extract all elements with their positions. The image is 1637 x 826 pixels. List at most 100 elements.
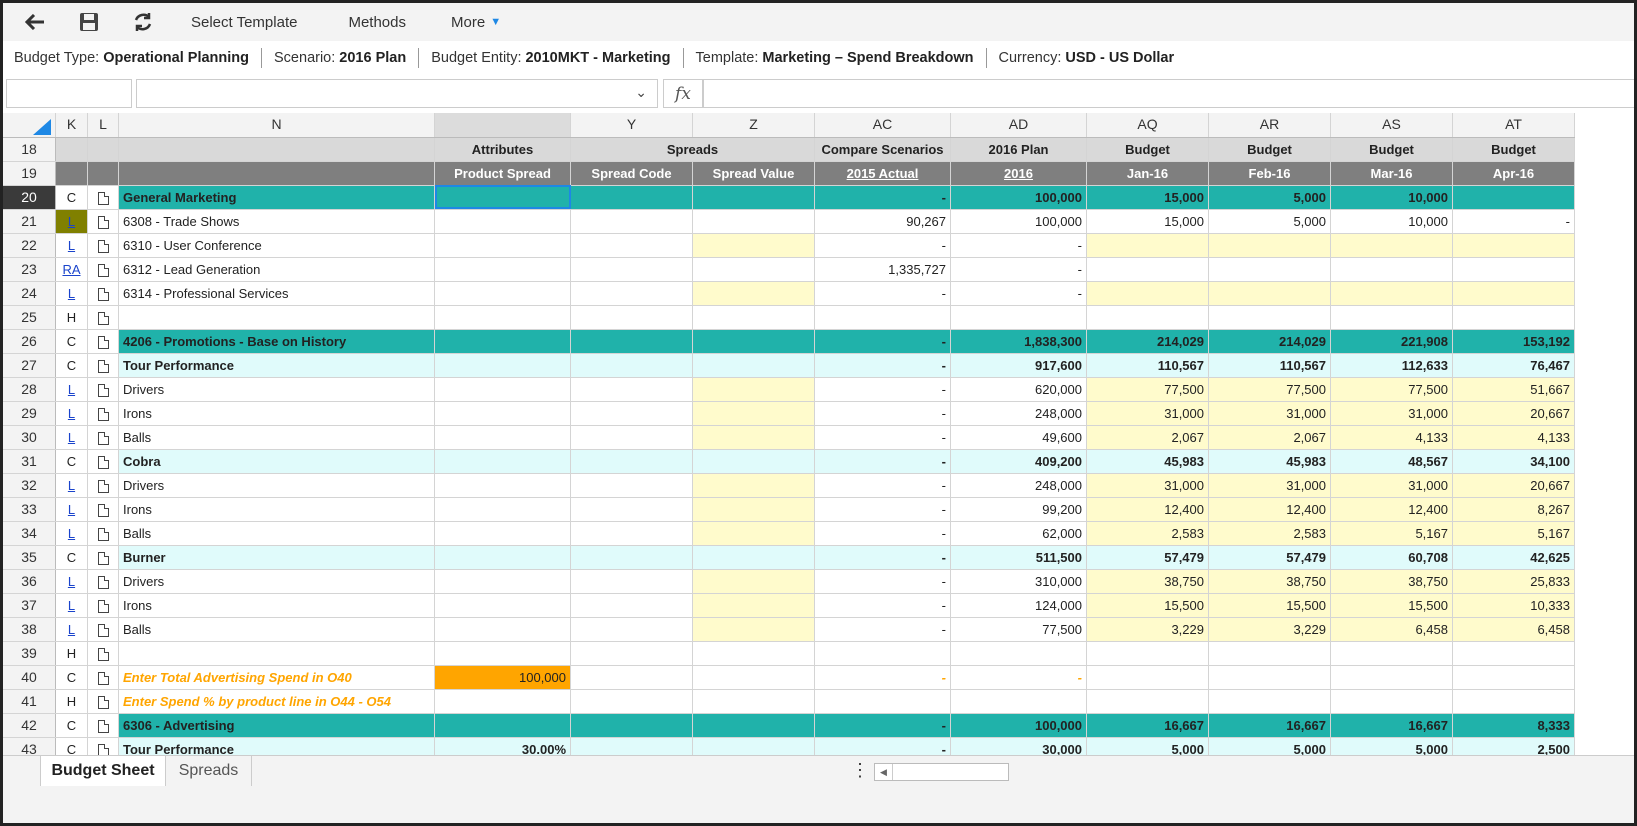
actual-2015-cell[interactable]: - — [814, 737, 951, 755]
plan-2016-cell[interactable]: 100,000 — [950, 713, 1087, 738]
month-cell-aq[interactable]: 15,000 — [1086, 209, 1209, 234]
spread-code-cell[interactable] — [570, 233, 693, 258]
month-cell-at[interactable] — [1452, 257, 1575, 282]
actual-2015-cell[interactable]: - — [814, 377, 951, 402]
spread-code-cell[interactable] — [570, 425, 693, 450]
column-header-ac[interactable]: AC — [814, 113, 951, 138]
month-cell-aq[interactable]: 45,983 — [1086, 449, 1209, 474]
month-cell-as[interactable] — [1330, 281, 1453, 306]
product-spread-cell[interactable] — [434, 689, 571, 714]
document-icon[interactable] — [97, 215, 109, 229]
month-cell-as[interactable] — [1330, 233, 1453, 258]
spread-value-cell[interactable] — [692, 377, 815, 402]
product-spread-cell[interactable] — [434, 425, 571, 450]
product-spread-cell[interactable]: 100,000 — [434, 665, 571, 690]
month-cell-aq[interactable]: 110,567 — [1086, 353, 1209, 378]
spread-value-cell[interactable] — [692, 545, 815, 570]
month-cell-aq[interactable] — [1086, 257, 1209, 282]
spread-value-cell[interactable] — [692, 449, 815, 474]
row-number[interactable]: 32 — [3, 473, 56, 498]
row-type-link[interactable]: L — [68, 238, 75, 253]
month-cell-at[interactable]: 153,192 — [1452, 329, 1575, 354]
spread-code-cell[interactable] — [570, 473, 693, 498]
row-number[interactable]: 18 — [3, 137, 56, 162]
row-type-link[interactable]: L — [68, 382, 75, 397]
month-cell-aq[interactable]: 15,500 — [1086, 593, 1209, 618]
spread-value-cell[interactable] — [692, 497, 815, 522]
plan-2016-cell[interactable]: 100,000 — [950, 185, 1087, 210]
month-cell-ar[interactable] — [1208, 233, 1331, 258]
month-cell-as[interactable]: 31,000 — [1330, 473, 1453, 498]
column-header-k[interactable]: K — [55, 113, 88, 138]
row-number[interactable]: 21 — [3, 209, 56, 234]
month-cell-as[interactable]: 15,500 — [1330, 593, 1453, 618]
row-type-link[interactable]: L — [68, 286, 75, 301]
product-spread-cell[interactable] — [434, 281, 571, 306]
spread-code-cell[interactable] — [570, 497, 693, 522]
plan-2016-cell[interactable]: - — [950, 281, 1087, 306]
spread-code-cell[interactable] — [570, 257, 693, 282]
row-type-link[interactable]: L — [68, 598, 75, 613]
save-icon[interactable] — [71, 3, 107, 41]
column-header-aq[interactable]: AQ — [1086, 113, 1209, 138]
actual-2015-cell[interactable]: - — [814, 449, 951, 474]
row-number[interactable]: 40 — [3, 665, 56, 690]
function-icon[interactable]: fx — [663, 79, 703, 108]
month-cell-ar[interactable]: 12,400 — [1208, 497, 1331, 522]
spread-value-cell[interactable] — [692, 425, 815, 450]
actual-2015-cell[interactable] — [814, 305, 951, 330]
spread-value-cell[interactable] — [692, 689, 815, 714]
document-icon[interactable] — [97, 623, 109, 637]
product-spread-cell[interactable] — [434, 305, 571, 330]
row-number[interactable]: 36 — [3, 569, 56, 594]
month-cell-at[interactable]: 20,667 — [1452, 473, 1575, 498]
month-cell-at[interactable]: 2,500 — [1452, 737, 1575, 755]
plan-2016-cell[interactable]: 248,000 — [950, 401, 1087, 426]
more-menu[interactable]: More ▼ — [451, 14, 501, 31]
month-cell-ar[interactable]: 38,750 — [1208, 569, 1331, 594]
row-type-link[interactable]: L — [68, 502, 75, 517]
month-cell-as[interactable] — [1330, 305, 1453, 330]
actual-2015-cell[interactable]: - — [814, 665, 951, 690]
row-number[interactable]: 26 — [3, 329, 56, 354]
actual-2015-cell[interactable]: - — [814, 353, 951, 378]
month-cell-ar[interactable]: 31,000 — [1208, 473, 1331, 498]
plan-year-label[interactable]: 2016 — [1004, 166, 1033, 181]
spread-code-cell[interactable] — [570, 209, 693, 234]
row-type-link[interactable]: L — [68, 622, 75, 637]
row-number[interactable]: 42 — [3, 713, 56, 738]
actual-2015-cell[interactable]: - — [814, 401, 951, 426]
spread-value-cell[interactable] — [692, 209, 815, 234]
month-cell-as[interactable]: 112,633 — [1330, 353, 1453, 378]
plan-2016-cell[interactable]: 77,500 — [950, 617, 1087, 642]
document-icon[interactable] — [97, 287, 109, 301]
month-cell-ar[interactable]: 214,029 — [1208, 329, 1331, 354]
month-cell-aq[interactable] — [1086, 665, 1209, 690]
month-cell-as[interactable]: 10,000 — [1330, 185, 1453, 210]
product-spread-cell[interactable]: 30.00% — [434, 737, 571, 755]
spread-value-cell[interactable] — [692, 257, 815, 282]
spread-value-cell[interactable] — [692, 737, 815, 755]
document-icon[interactable] — [97, 479, 109, 493]
row-number[interactable]: 24 — [3, 281, 56, 306]
month-cell-at[interactable]: 51,667 — [1452, 377, 1575, 402]
spread-code-cell[interactable] — [570, 617, 693, 642]
month-cell-as[interactable]: 10,000 — [1330, 209, 1453, 234]
row-number[interactable]: 25 — [3, 305, 56, 330]
column-header-ar[interactable]: AR — [1208, 113, 1331, 138]
spread-code-cell[interactable] — [570, 689, 693, 714]
product-spread-cell[interactable] — [434, 473, 571, 498]
month-cell-ar[interactable]: 5,000 — [1208, 185, 1331, 210]
document-icon[interactable] — [97, 263, 109, 277]
document-icon[interactable] — [97, 407, 109, 421]
month-cell-aq[interactable]: 57,479 — [1086, 545, 1209, 570]
actual-2015-cell[interactable]: - — [814, 425, 951, 450]
month-cell-as[interactable]: 31,000 — [1330, 401, 1453, 426]
plan-2016-cell[interactable]: 1,838,300 — [950, 329, 1087, 354]
month-cell-at[interactable] — [1452, 689, 1575, 714]
plan-2016-cell[interactable]: 99,200 — [950, 497, 1087, 522]
product-spread-cell[interactable] — [434, 449, 571, 474]
actual-2015-cell[interactable]: - — [814, 617, 951, 642]
select-template-menu[interactable]: Select Template — [191, 14, 297, 31]
month-cell-as[interactable]: 12,400 — [1330, 497, 1453, 522]
